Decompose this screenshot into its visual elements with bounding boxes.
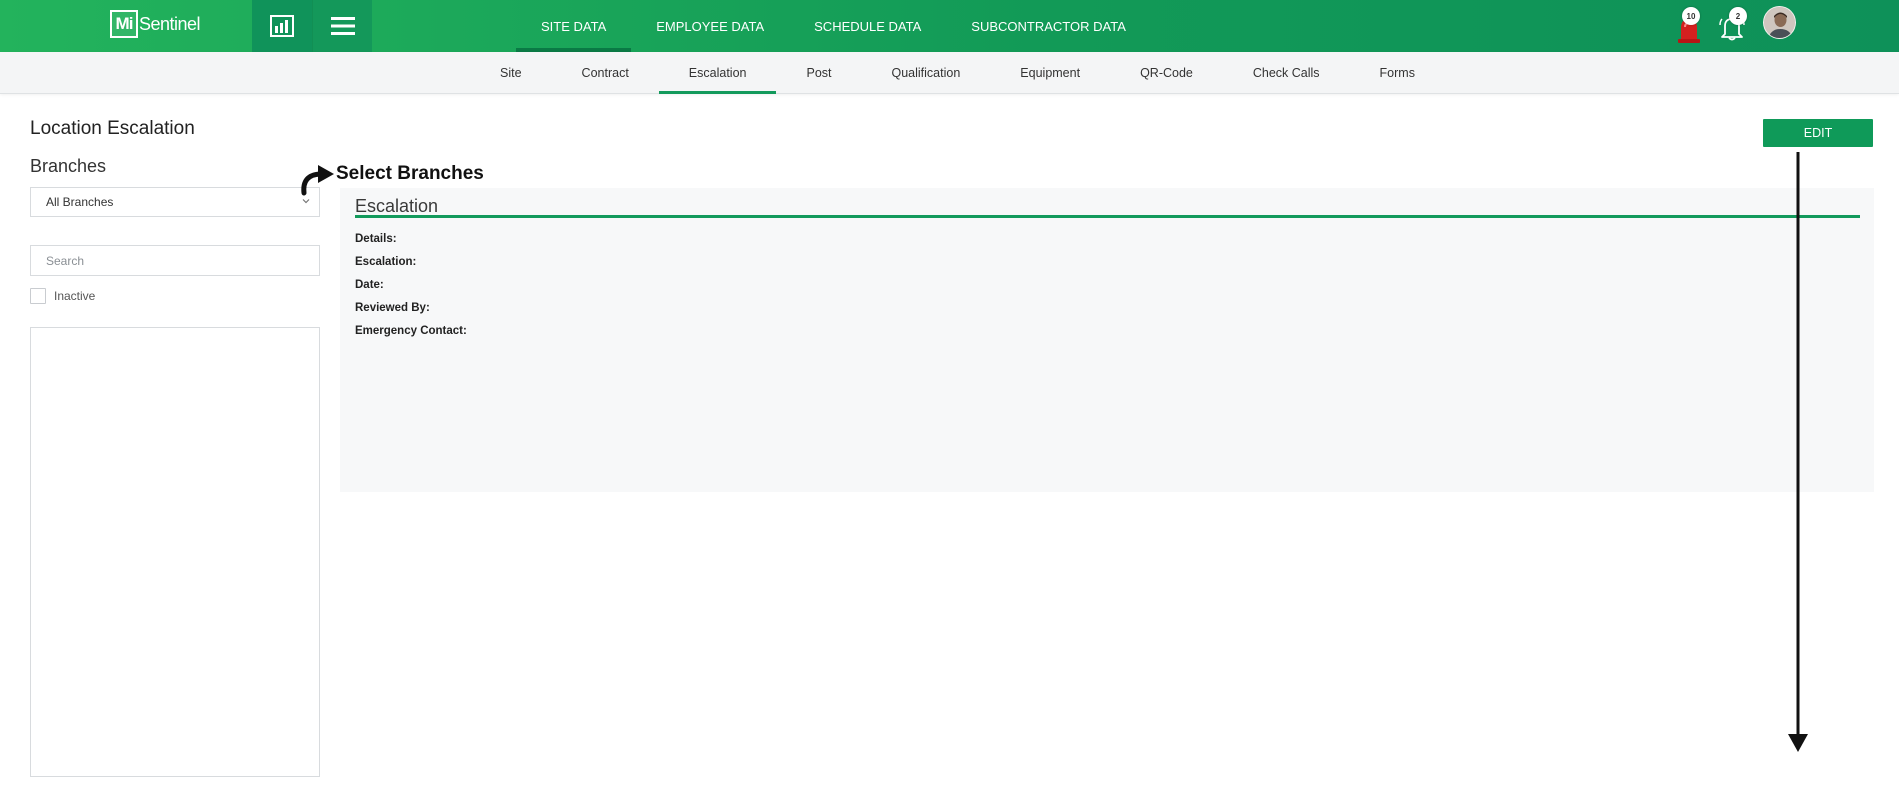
inactive-label: Inactive xyxy=(54,288,96,303)
hamburger-menu-icon xyxy=(330,17,355,35)
curved-arrow-icon xyxy=(301,165,334,196)
edit-button[interactable]: EDIT xyxy=(1763,119,1873,147)
tab-site[interactable]: Site xyxy=(470,52,552,94)
branch-select[interactable]: All Branches xyxy=(30,187,320,217)
tab-escalation[interactable]: Escalation xyxy=(658,52,777,94)
chart-icon xyxy=(270,15,294,37)
tab-check-calls[interactable]: Check Calls xyxy=(1223,52,1350,94)
field-date-label: Date: xyxy=(355,279,384,291)
nav-subcontractor-data[interactable]: SUBCONTRACTOR DATA xyxy=(946,0,1151,52)
inactive-checkbox[interactable] xyxy=(30,287,46,304)
main-menu-button[interactable] xyxy=(312,0,372,52)
field-escalation-label: Escalation: xyxy=(355,256,417,268)
logo-text: Sentinel xyxy=(139,13,201,34)
top-navigation-bar: Mi Sentinel SITE DATA EMPLOYEE DATA SCHE… xyxy=(0,0,1899,52)
branch-search-input[interactable] xyxy=(30,245,320,276)
tab-post[interactable]: Post xyxy=(776,52,861,94)
tab-forms[interactable]: Forms xyxy=(1350,52,1445,94)
branch-select-value: All Branches xyxy=(46,195,114,209)
nav-site-data[interactable]: SITE DATA xyxy=(516,0,632,52)
select-branches-annotation: Select Branches xyxy=(336,163,484,184)
notifications-count-badge: 2 xyxy=(1729,7,1747,25)
sub-navigation-bar: Site Contract Escalation Post Qualificat… xyxy=(0,52,1899,94)
escalation-fields: Details: Escalation: Date: Reviewed By: … xyxy=(355,232,467,347)
field-reviewed-by-label: Reviewed By: xyxy=(355,302,430,314)
user-photo-icon xyxy=(1764,7,1795,38)
chevron-down-icon xyxy=(302,199,310,204)
tab-qr-code[interactable]: QR-Code xyxy=(1110,52,1223,94)
tab-contract[interactable]: Contract xyxy=(552,52,659,94)
branches-heading: Branches xyxy=(30,156,107,176)
user-avatar[interactable] xyxy=(1763,6,1796,39)
dashboard-button[interactable] xyxy=(252,0,312,52)
escalation-panel: Escalation Details: Escalation: Date: Re… xyxy=(340,188,1874,492)
page-title: Location Escalation xyxy=(30,118,195,139)
tab-equipment[interactable]: Equipment xyxy=(990,52,1110,94)
main-nav: SITE DATA EMPLOYEE DATA SCHEDULE DATA SU… xyxy=(516,0,1151,52)
tab-qualification[interactable]: Qualification xyxy=(862,52,991,94)
app-logo[interactable]: Mi Sentinel xyxy=(110,9,201,39)
field-details-label: Details: xyxy=(355,233,397,245)
nav-employee-data[interactable]: EMPLOYEE DATA xyxy=(631,0,789,52)
down-arrow-icon xyxy=(1788,152,1808,752)
escalation-divider xyxy=(355,215,1860,218)
logo-mark: Mi xyxy=(110,10,138,38)
alerts-count-badge: 10 xyxy=(1682,7,1700,25)
nav-schedule-data[interactable]: SCHEDULE DATA xyxy=(789,0,946,52)
branch-list[interactable] xyxy=(30,327,320,777)
inactive-filter: Inactive xyxy=(30,287,95,304)
field-emergency-contact-label: Emergency Contact: xyxy=(355,325,467,337)
escalation-title: Escalation xyxy=(355,196,439,216)
